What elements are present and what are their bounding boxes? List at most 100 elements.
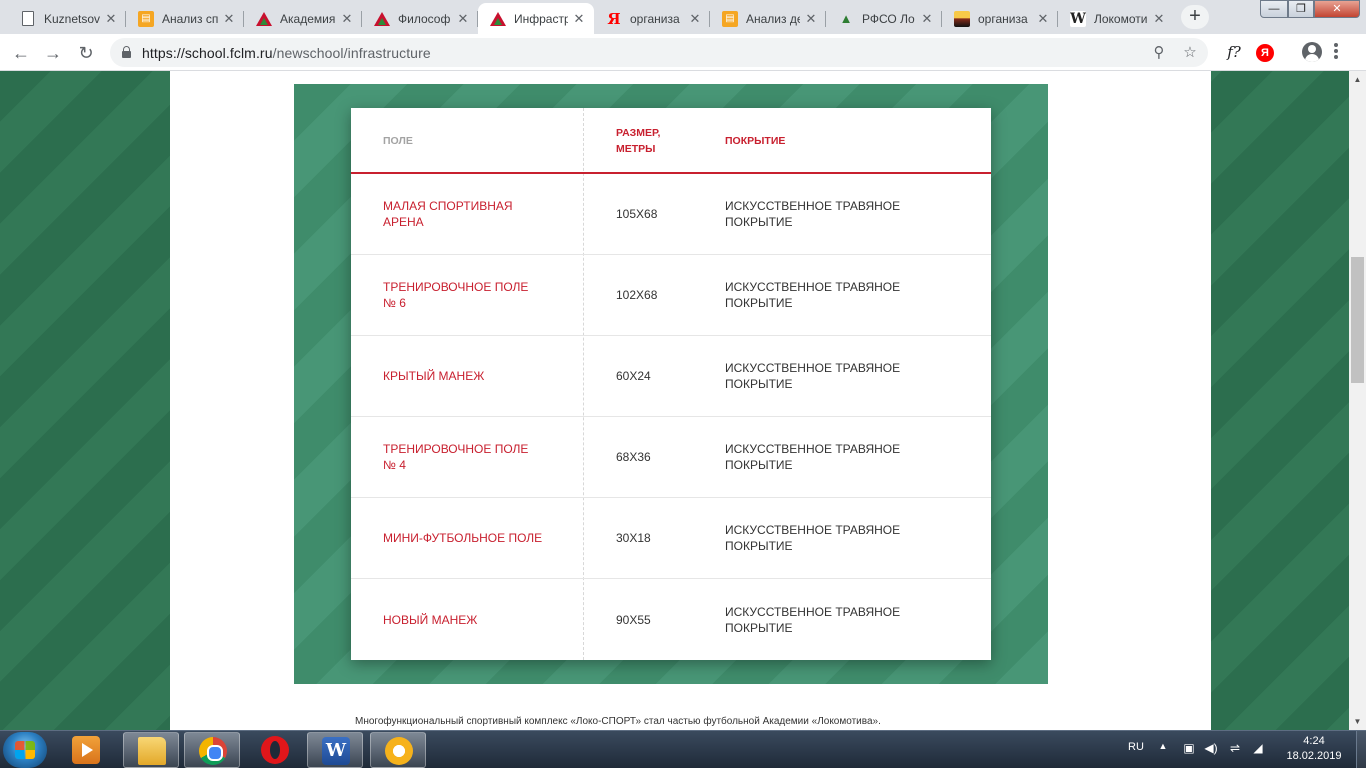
taskbar-vpn[interactable]	[370, 732, 426, 768]
tree-icon: ▲	[839, 11, 853, 26]
address-bar[interactable]: https://school.fclm.ru/newschool/infrast…	[110, 38, 1208, 67]
field-size: 30Х18	[616, 531, 651, 545]
lokomotiv-icon	[374, 11, 390, 27]
tab-title: Анализ де	[746, 11, 800, 26]
field-name: ТРЕНИРОВОЧНОЕ ПОЛЕ № 6	[383, 280, 529, 310]
vpn-icon	[385, 737, 413, 765]
scroll-down-arrow-icon[interactable]: ▼	[1349, 713, 1366, 730]
table-row: НОВЫЙ МАНЕЖ 90Х55 ИСКУССТВЕННОЕ ТРАВЯНОЕ…	[351, 579, 991, 660]
tab-title: Академия	[280, 11, 336, 26]
tab-kuznetsov[interactable]: Kuznetsov ✕	[8, 3, 126, 34]
maximize-button[interactable]: ❐	[1288, 0, 1314, 18]
new-tab-button[interactable]: +	[1181, 5, 1209, 29]
media-player-icon	[72, 736, 100, 764]
show-desktop-button[interactable]	[1356, 731, 1366, 768]
tray-expand-icon[interactable]: ▲	[1155, 741, 1171, 751]
close-icon[interactable]: ✕	[688, 11, 702, 27]
language-indicator[interactable]: RU	[1128, 741, 1144, 753]
table-row: ТРЕНИРОВОЧНОЕ ПОЛЕ № 4 68Х36 ИСКУССТВЕНН…	[351, 417, 991, 498]
close-icon[interactable]: ✕	[572, 11, 586, 27]
tab-organizatsiya-2[interactable]: организа ✕	[942, 3, 1058, 34]
header-size: РАЗМЕР, МЕТРЫ	[616, 125, 696, 157]
network-icon[interactable]: ▣	[1181, 741, 1197, 755]
close-icon[interactable]: ✕	[920, 11, 934, 27]
window-close-button[interactable]: ✕	[1314, 0, 1360, 18]
tab-title: РФСО Ло	[862, 11, 915, 26]
tab-akademiya[interactable]: Академия ✕	[244, 3, 362, 34]
taskbar-chrome[interactable]	[184, 732, 240, 768]
clock-time: 4:24	[1303, 735, 1325, 747]
taskbar-opera[interactable]	[247, 732, 303, 768]
tab-analiz-de[interactable]: ▤ Анализ де ✕	[710, 3, 826, 34]
signal-icon[interactable]: ◢	[1250, 741, 1266, 755]
url-text[interactable]: https://school.fclm.ru/newschool/infrast…	[142, 45, 431, 61]
field-size: 105Х68	[616, 207, 658, 221]
header-size-line2: МЕТРЫ	[616, 143, 656, 155]
zoom-icon[interactable]: ⚲	[1147, 41, 1171, 65]
image-icon	[954, 10, 970, 27]
header-size-line1: РАЗМЕР,	[616, 127, 661, 139]
tab-analiz-sp[interactable]: ▤ Анализ сп ✕	[126, 3, 244, 34]
taskbar-word[interactable]: W	[307, 732, 363, 768]
opera-icon	[261, 736, 289, 764]
close-icon[interactable]: ✕	[804, 11, 818, 27]
close-icon[interactable]: ✕	[1152, 11, 1166, 27]
forward-arrow-icon[interactable]: →	[40, 40, 66, 66]
field-cover: ИСКУССТВЕННОЕ ТРАВЯНОЕ ПОКРЫТИЕ	[725, 199, 901, 229]
field-size: 102Х68	[616, 288, 658, 302]
taskbar-media-player[interactable]	[58, 732, 114, 768]
word-icon: W	[322, 737, 350, 765]
tab-infrastruktura[interactable]: Инфрастр ✕	[478, 3, 594, 34]
scroll-up-arrow-icon[interactable]: ▲	[1349, 71, 1366, 88]
header-field: ПОЛЕ	[383, 135, 413, 147]
field-size: 68Х36	[616, 450, 651, 464]
system-clock[interactable]: 4:24 18.02.2019	[1284, 734, 1344, 764]
menu-dots-icon[interactable]	[1334, 43, 1338, 61]
field-name: МАЛАЯ СПОРТИВНАЯ АРЕНА	[383, 199, 513, 229]
header-cover: ПОКРЫТИЕ	[725, 135, 786, 147]
tab-organizatsiya-1[interactable]: Я организа ✕	[594, 3, 710, 34]
tab-lokomotiv-wiki[interactable]: W Локомоти ✕	[1058, 3, 1174, 34]
doc-icon	[20, 11, 36, 27]
volume-icon[interactable]: ◀)	[1203, 741, 1219, 755]
lock-icon[interactable]	[122, 46, 131, 58]
tab-title: Kuznetsov	[44, 11, 100, 26]
page-scrollbar[interactable]: ▲ ▼	[1349, 71, 1366, 730]
wikipedia-icon: W	[1070, 10, 1086, 27]
bookmark-star-icon[interactable]: ☆	[1178, 41, 1202, 65]
start-button[interactable]	[3, 732, 47, 768]
tab-title: организа	[630, 11, 680, 26]
extension-fx-icon[interactable]: f?	[1224, 40, 1244, 64]
back-arrow-icon[interactable]: ←	[8, 40, 34, 66]
field-name: ТРЕНИРОВОЧНОЕ ПОЛЕ № 4	[383, 442, 529, 472]
profile-avatar-icon[interactable]	[1302, 42, 1322, 62]
taskbar-explorer[interactable]	[123, 732, 179, 768]
close-icon[interactable]: ✕	[104, 11, 118, 27]
minimize-button[interactable]: —	[1260, 0, 1288, 18]
table-row: ТРЕНИРОВОЧНОЕ ПОЛЕ № 6 102Х68 ИСКУССТВЕН…	[351, 255, 991, 336]
close-icon[interactable]: ✕	[222, 11, 236, 27]
yandex-icon: Я	[607, 9, 621, 28]
chrome-icon	[199, 737, 227, 765]
tab-rfso[interactable]: ▲ РФСО Ло ✕	[826, 3, 942, 34]
tab-title: Инфрастр	[514, 11, 568, 26]
tab-filosofiya[interactable]: Философ ✕	[362, 3, 478, 34]
field-cover: ИСКУССТВЕННОЕ ТРАВЯНОЕ ПОКРЫТИЕ	[725, 442, 901, 472]
field-name: НОВЫЙ МАНЕЖ	[383, 612, 478, 627]
url-path: /newschool/infrastructure	[272, 45, 431, 61]
yandex-extension-icon[interactable]: Я	[1256, 44, 1274, 62]
infrastructure-table: ПОЛЕ РАЗМЕР, МЕТРЫ ПОКРЫТИЕ МАЛАЯ СПОРТИВ…	[351, 108, 991, 660]
reload-icon[interactable]: ↻	[73, 40, 99, 66]
scroll-thumb[interactable]	[1351, 257, 1364, 383]
close-icon[interactable]: ✕	[456, 11, 470, 27]
close-icon[interactable]: ✕	[340, 11, 354, 27]
close-icon[interactable]: ✕	[1036, 11, 1050, 27]
field-size: 90Х55	[616, 612, 651, 627]
url-host: https://school.fclm.ru	[142, 45, 273, 61]
clock-date: 18.02.2019	[1286, 750, 1342, 762]
page-viewport: ПОЛЕ РАЗМЕР, МЕТРЫ ПОКРЫТИЕ МАЛАЯ СПОРТИВ…	[0, 71, 1349, 730]
folder-icon	[138, 737, 166, 765]
tab-strip: Kuznetsov ✕ ▤ Анализ сп ✕ Академия ✕ Фил…	[0, 0, 1366, 34]
table-row: КРЫТЫЙ МАНЕЖ 60Х24 ИСКУССТВЕННОЕ ТРАВЯНО…	[351, 336, 991, 417]
usb-device-icon[interactable]: ⇌	[1227, 741, 1243, 755]
